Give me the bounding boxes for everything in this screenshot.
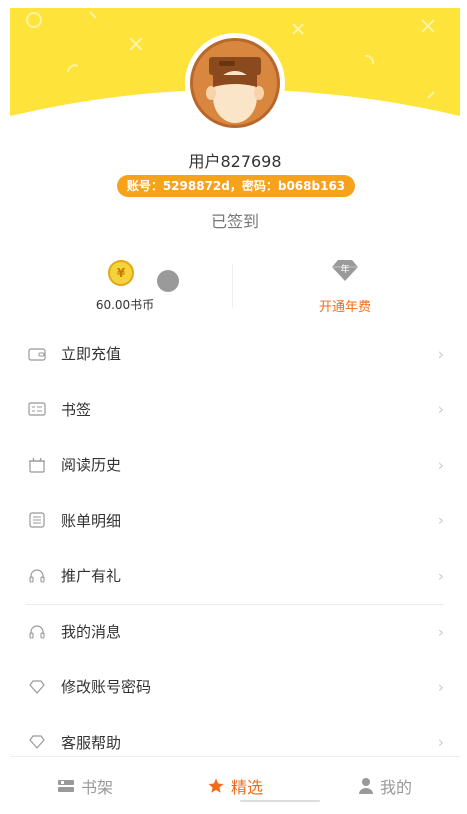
notification-dot-icon [157, 270, 179, 292]
chevron-right-icon: › [437, 566, 444, 586]
chevron-right-icon: › [437, 510, 444, 530]
menu-item-messages[interactable]: 我的消息 › [26, 603, 444, 660]
home-indicator [240, 800, 320, 802]
user-icon [358, 777, 374, 795]
diamond-icon: 年 [328, 258, 362, 282]
menu-item-label: 账单明细 [61, 511, 122, 530]
menu-item-label: 推广有礼 [61, 567, 122, 586]
annual-vip-link[interactable]: 开通年费 [300, 296, 390, 315]
app-screen: 用户827698 账号：5298872d，密码：b068b163 已签到 ¥ 6… [10, 8, 460, 814]
menu-item-reading-history[interactable]: 阅读历史 › [26, 437, 444, 493]
wallet-divider [232, 264, 233, 308]
chevron-right-icon: › [437, 622, 444, 642]
tab-label: 精选 [230, 777, 263, 797]
wallet-section: ¥ 60.00书币 年 开通年费 [10, 256, 460, 316]
tab-mine[interactable]: 我的 [310, 757, 460, 814]
tab-featured[interactable]: 精选 [160, 757, 310, 814]
tab-bookshelf[interactable]: 书架 [10, 757, 160, 814]
menu-item-referral[interactable]: 推广有礼 › [26, 548, 444, 604]
tab-label: 书架 [80, 777, 113, 797]
profile-menu: 立即充值 › 书签 › 阅读历史 › 账单明细 › 推广有礼 › 我的消息 › … [26, 326, 444, 770]
menu-item-label: 立即充值 [61, 345, 122, 364]
menu-item-label: 阅读历史 [61, 456, 122, 475]
menu-item-label: 客服帮助 [61, 733, 122, 752]
wallet-icon [28, 345, 46, 363]
chevron-right-icon: › [437, 732, 444, 752]
sign-in-status[interactable]: 已签到 [10, 208, 460, 232]
avatar-cartoon-icon [190, 38, 280, 128]
diamond-outline-icon [28, 678, 46, 696]
chevron-right-icon: › [437, 344, 444, 364]
history-box-icon [28, 456, 46, 474]
chevron-right-icon: › [437, 399, 444, 419]
menu-item-bookmarks[interactable]: 书签 › [26, 382, 444, 438]
menu-item-label: 我的消息 [61, 623, 122, 642]
menu-item-label: 书签 [61, 400, 92, 419]
username: 用户827698 [188, 152, 282, 171]
bookmark-card-icon [28, 400, 46, 418]
avatar-frame[interactable] [185, 33, 285, 133]
bottom-tab-bar: 书架 精选 我的 [10, 756, 460, 814]
menu-item-recharge[interactable]: 立即充值 › [26, 326, 444, 382]
headset-icon [28, 567, 46, 585]
menu-item-change-password[interactable]: 修改账号密码 › [26, 659, 444, 715]
vip-badge-text: 年 [340, 263, 349, 275]
menu-item-label: 修改账号密码 [61, 678, 152, 697]
tab-label: 我的 [379, 777, 412, 797]
menu-item-bill-details[interactable]: 账单明细 › [26, 493, 444, 549]
chevron-right-icon: › [437, 677, 444, 697]
account-info-badge: 账号：5298872d，密码：b068b163 [117, 175, 355, 197]
coin-icon: ¥ [108, 260, 134, 286]
bill-icon [28, 511, 46, 529]
bookshelf-icon [57, 778, 75, 794]
chevron-right-icon: › [437, 455, 444, 475]
headset-icon [28, 623, 46, 641]
coin-balance[interactable]: 60.00书币 [80, 296, 170, 313]
star-icon [207, 777, 225, 795]
diamond-outline-icon [28, 733, 46, 751]
